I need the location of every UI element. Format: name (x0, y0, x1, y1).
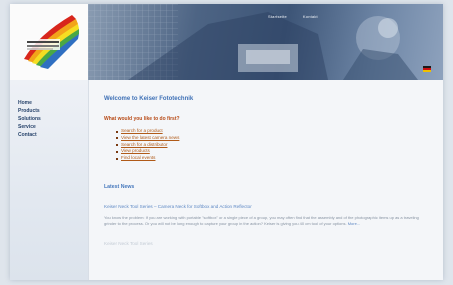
news-body: You know the problem: If you are working… (104, 215, 429, 227)
link-search-distributor[interactable]: Search for a distributor (116, 142, 429, 149)
topnav-item-contact[interactable]: Kontakt (303, 14, 318, 19)
header-photo-image (88, 4, 418, 80)
link-camera-news[interactable]: View the latest camera news (116, 135, 429, 142)
sidebar-item-products[interactable]: Products (10, 107, 88, 115)
page-title: Welcome to Keiser Fototechnik (104, 96, 194, 102)
link-search-product[interactable]: Search for a product (116, 128, 429, 135)
german-flag-icon[interactable] (423, 66, 431, 72)
news-headline[interactable]: Keiser Neck Tool Series – Camera Neck fo… (104, 204, 429, 209)
section-question: What would you like to do first? (104, 116, 180, 122)
topnav-item-home[interactable]: Startseite (268, 14, 287, 19)
sidebar-nav: Home Products Solutions Service Contact (10, 80, 88, 139)
sidebar: Home Products Solutions Service Contact (10, 80, 89, 280)
page-frame: Startseite Kontakt Home Products Solutio… (10, 4, 443, 280)
rainbow-logo-icon (24, 15, 79, 69)
sidebar-item-solutions[interactable]: Solutions (10, 115, 88, 123)
top-navigation: Startseite Kontakt (268, 14, 318, 19)
sidebar-item-service[interactable]: Service (10, 123, 88, 131)
sidebar-item-home[interactable]: Home (10, 99, 88, 107)
sidebar-item-contact[interactable]: Contact (10, 131, 88, 139)
news-more-link[interactable]: More... (348, 221, 360, 226)
link-find-events[interactable]: Find local events (116, 155, 429, 162)
logo[interactable] (10, 4, 88, 80)
news-section-title: Latest News (104, 183, 135, 190)
quick-links: Search for a product View the latest cam… (104, 128, 429, 162)
header-photo: Startseite Kontakt (88, 4, 443, 80)
main-content: Welcome to Keiser Fototechnik What would… (104, 96, 429, 246)
news-body-text: You know the problem: If you are working… (104, 214, 419, 226)
link-view-products[interactable]: View products (116, 148, 429, 155)
next-news-headline[interactable]: Keiser Neck Tool Series (104, 241, 429, 246)
